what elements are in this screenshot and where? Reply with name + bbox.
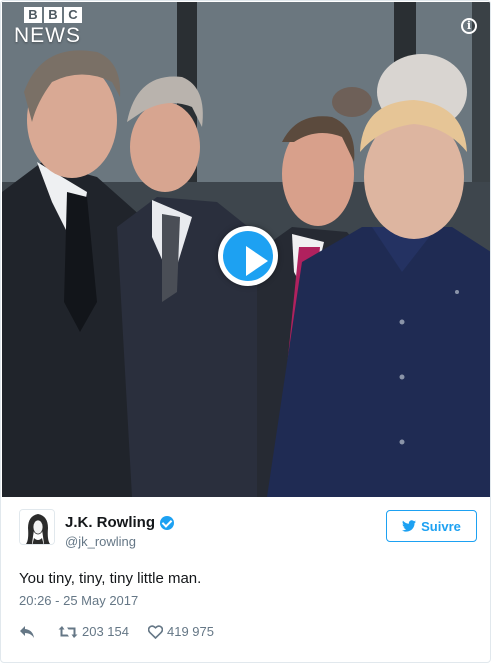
user-handle[interactable]: @jk_rowling (65, 534, 136, 550)
info-icon[interactable]: i (461, 18, 477, 34)
tweet-card: B B C NEWS i J.K. Rowling @jk_rowling Su… (0, 0, 491, 663)
like-count: 419 975 (167, 624, 214, 639)
play-button[interactable] (218, 226, 278, 286)
avatar[interactable] (19, 509, 55, 545)
like-button[interactable]: 419 975 (148, 624, 214, 640)
play-icon (223, 231, 273, 281)
heart-icon (148, 625, 163, 639)
follow-button[interactable]: Suivre (386, 510, 477, 542)
broadcaster-subtitle: NEWS (14, 24, 81, 47)
verified-badge-icon (160, 516, 174, 530)
retweet-icon (58, 626, 78, 638)
reply-icon (20, 626, 34, 638)
broadcaster-letter: B (44, 7, 62, 23)
tweet-timestamp[interactable]: 20:26 - 25 May 2017 (19, 593, 138, 609)
twitter-bird-icon (402, 520, 417, 532)
retweet-count: 203 154 (82, 624, 129, 639)
broadcaster-letter: C (64, 7, 82, 23)
video-thumbnail[interactable]: B B C NEWS i (2, 2, 490, 497)
broadcaster-letter: B (24, 7, 42, 23)
follow-button-label: Suivre (421, 518, 461, 534)
tweet-actions: 203 154 419 975 (19, 622, 214, 642)
tweet-text: You tiny, tiny, tiny little man. (19, 570, 202, 587)
reply-button[interactable] (19, 625, 35, 639)
retweet-button[interactable]: 203 154 (58, 624, 129, 640)
avatar-illustration (20, 510, 54, 544)
broadcaster-logo: B B C NEWS (14, 7, 86, 47)
display-name[interactable]: J.K. Rowling (65, 514, 155, 532)
user-name-row[interactable]: J.K. Rowling (65, 514, 174, 532)
